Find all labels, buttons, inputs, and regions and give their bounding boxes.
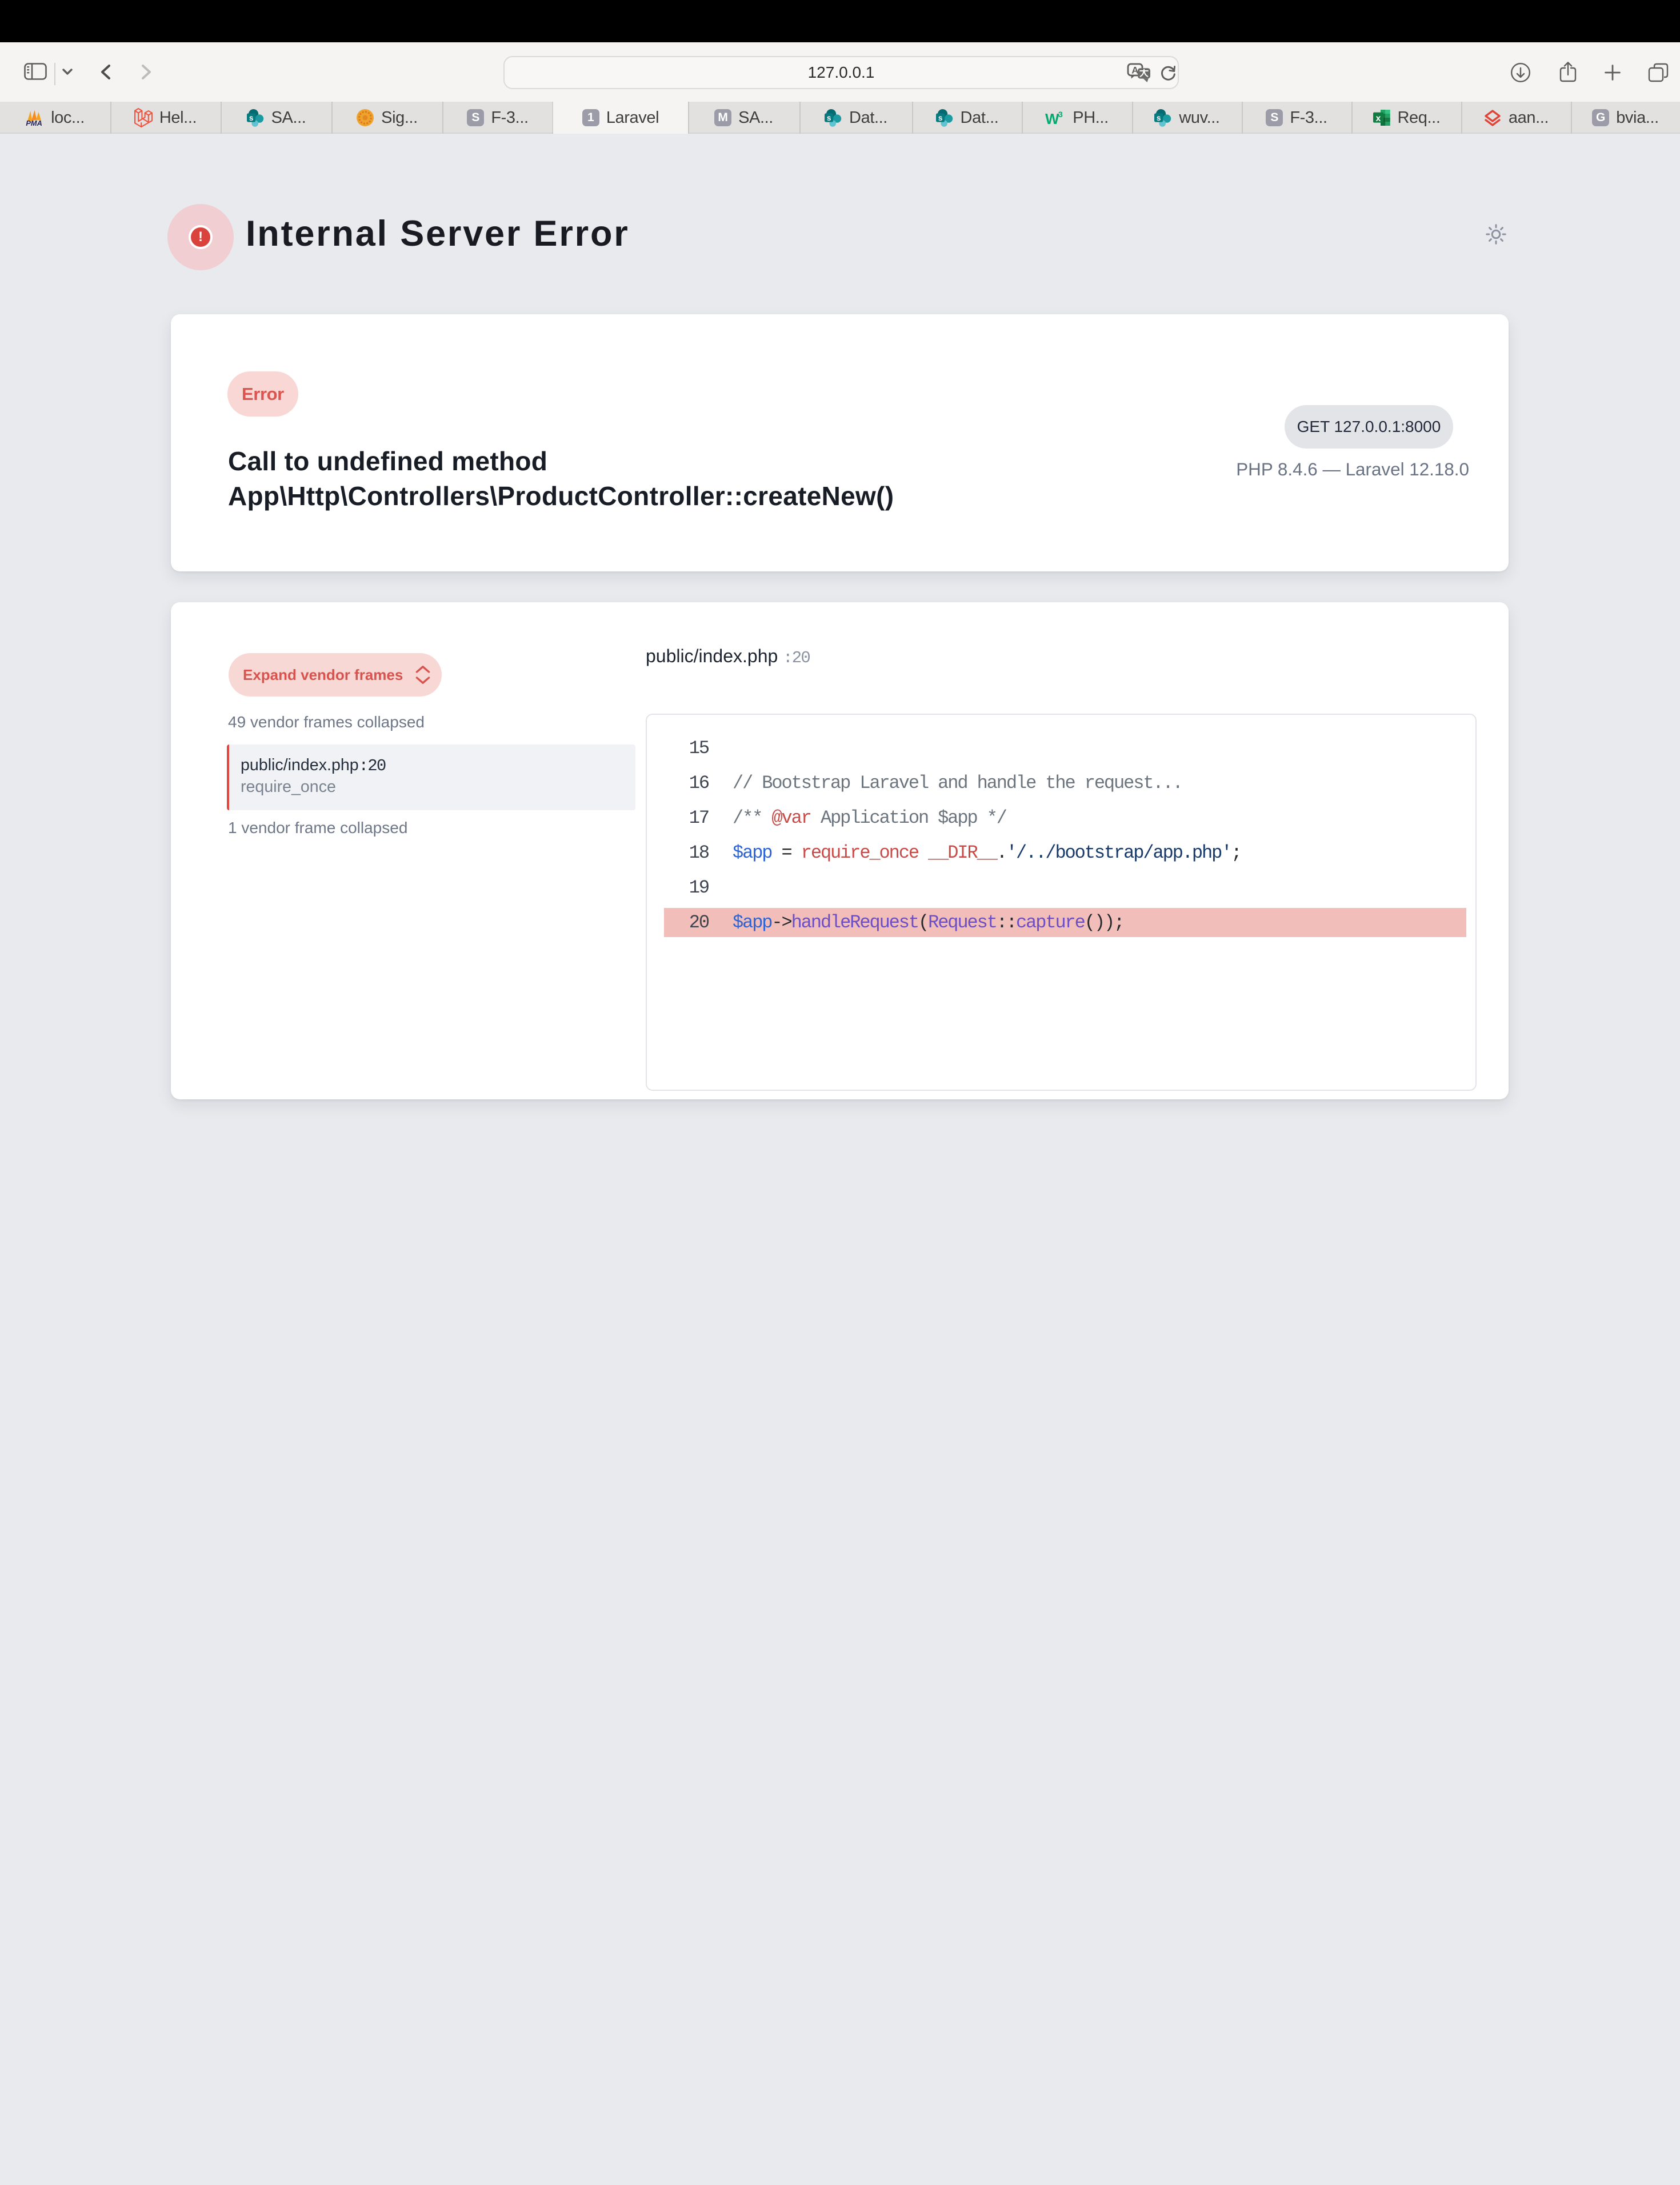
svg-text:A: A	[1131, 65, 1138, 75]
svg-text:s: s	[1157, 114, 1161, 122]
svg-text:s: s	[938, 114, 942, 122]
svg-text:s: s	[827, 114, 831, 122]
svg-text:x: x	[1375, 114, 1381, 123]
svg-text:3: 3	[1058, 110, 1063, 119]
svg-text:s: s	[249, 114, 253, 122]
svg-text:PMA: PMA	[26, 119, 42, 126]
svg-text:W: W	[1045, 110, 1059, 126]
